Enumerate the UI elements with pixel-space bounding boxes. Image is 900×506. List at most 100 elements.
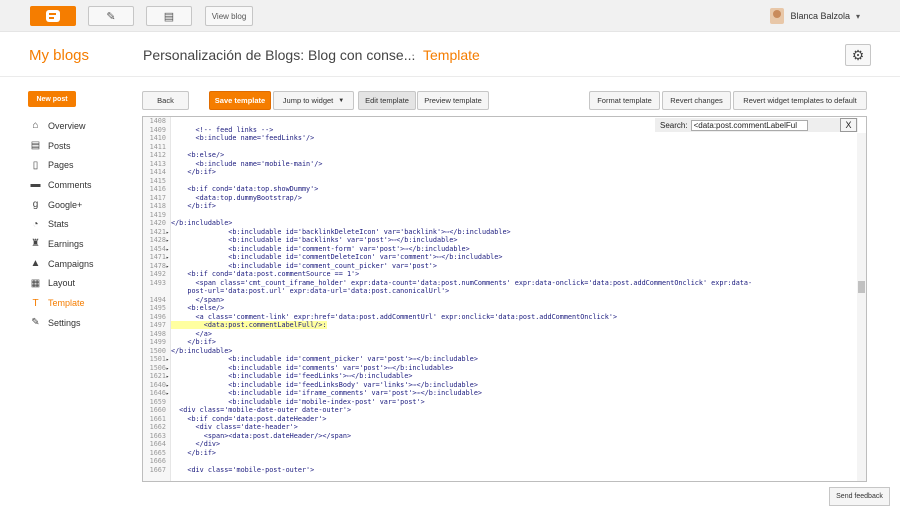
code-text: <b:includable id='feedLinks'>⋯</b:includ… <box>171 372 413 380</box>
code-line[interactable]: 1621▸ <b:includable id='feedLinks'>⋯</b:… <box>143 372 752 381</box>
code-line[interactable]: 1418 </b:if> <box>143 202 752 211</box>
send-feedback-button[interactable]: Send feedback <box>829 487 890 506</box>
view-blog-button[interactable]: View blog <box>205 6 253 26</box>
code-line[interactable]: 1659 <b:includable id='mobile-index-post… <box>143 398 752 407</box>
code-line[interactable]: 1454▸ <b:includable id='comment-form' va… <box>143 245 752 254</box>
search-input[interactable]: <data:post.commentLabelFul <box>690 119 808 131</box>
reading-list-button[interactable]: ▤ <box>146 6 192 26</box>
code-line[interactable]: 1666 <box>143 457 752 466</box>
line-number: 1499 <box>149 338 166 346</box>
sidebar-item-earnings[interactable]: ♜ Earnings <box>29 234 94 254</box>
code-line[interactable]: 1413 <b:include name='mobile-main'/> <box>143 160 752 169</box>
code-line[interactable]: 1420 </b:includable> <box>143 219 752 228</box>
code-line[interactable]: 1663 <span><data:post.dateHeader/></span… <box>143 432 752 441</box>
code-line[interactable]: 1499 </b:if> <box>143 338 752 347</box>
jump-to-widget-dropdown[interactable]: Jump to widget ▼ <box>273 91 354 110</box>
sidebar-item-google-[interactable]: g Google+ <box>29 195 94 215</box>
line-number: 1667 <box>149 465 166 474</box>
code-line[interactable]: 1500 </b:includable> <box>143 347 752 356</box>
code-line[interactable]: 1667 <div class='mobile-post-outer'> <box>143 466 752 475</box>
line-number: 1500 <box>149 346 166 355</box>
code-line[interactable]: 1501▸ <b:includable id='comment_picker' … <box>143 355 752 364</box>
close-search-button[interactable]: X <box>840 118 857 132</box>
gear-icon: ⚙ <box>851 46 865 63</box>
user-menu[interactable]: Blanca Balzola ▾ <box>770 8 860 24</box>
code-line[interactable]: 1662 <div class='date-header'> <box>143 423 752 432</box>
template-icon: T <box>32 297 39 309</box>
code-text: </b:if> <box>171 448 217 457</box>
sidebar-item-posts[interactable]: ▤ Posts <box>29 136 94 156</box>
pages-icon: ▯ <box>32 159 39 171</box>
code-editor[interactable]: 1408 1409 <!-- feed links --> 1410 <b:incl… <box>142 116 867 482</box>
preview-template-button[interactable]: Preview template <box>417 91 489 110</box>
code-line[interactable]: 1640▸ <b:includable id='feedLinksBody' v… <box>143 381 752 390</box>
code-line[interactable]: 1417 <data:top.dummyBootstrap/> <box>143 194 752 203</box>
code-line[interactable]: 1498 </a> <box>143 330 752 339</box>
line-number: 1498 <box>149 329 166 338</box>
scrollbar-thumb[interactable] <box>858 281 865 293</box>
line-number: 1454 <box>149 244 166 253</box>
sidebar-item-pages[interactable]: ▯ Pages <box>29 155 94 175</box>
sidebar-item-label: Google+ <box>48 199 83 210</box>
code-line[interactable]: 1416 <b:if cond='data:top.showDummy'> <box>143 185 752 194</box>
code-line[interactable]: 1471▸ <b:includable id='commentDeleteIco… <box>143 253 752 262</box>
sidebar-item-template[interactable]: T Template <box>29 293 94 313</box>
sidebar-item-settings[interactable]: ✎ Settings <box>29 313 94 333</box>
revert-changes-button[interactable]: Revert changes <box>662 91 731 110</box>
reading-list-icon: ▤ <box>163 10 175 23</box>
code-line[interactable]: 1411 <box>143 143 752 152</box>
line-number: 1418 <box>149 202 166 210</box>
layout-icon: ▦ <box>30 277 41 289</box>
code-line[interactable]: 1506▸ <b:includable id='comments' var='p… <box>143 364 752 373</box>
code-line[interactable]: 1496 <a class='comment-link' expr:href='… <box>143 313 752 322</box>
vertical-scrollbar[interactable] <box>857 133 866 481</box>
code-text: </b:if> <box>171 338 217 346</box>
sidebar-item-stats[interactable]: ◔ Stats <box>29 214 94 234</box>
code-text: </b:if> <box>171 168 217 176</box>
revert-widget-templates-button[interactable]: Revert widget templates to default <box>733 91 867 110</box>
code-line[interactable]: 1497 <data:post.commentLabelFull/>: <box>143 321 752 330</box>
code-line[interactable]: 1492 <b:if cond='data:post.commentSource… <box>143 270 752 279</box>
blogger-logo-icon[interactable] <box>30 6 76 26</box>
code-line[interactable]: 1421▸ <b:includable id='backlinkDeleteIc… <box>143 228 752 237</box>
page-header: My blogs Personalización de Blogs: Blog … <box>0 33 900 77</box>
edit-template-button[interactable]: Edit template <box>358 91 416 110</box>
code-line[interactable]: 1414 </b:if> <box>143 168 752 177</box>
code-line[interactable]: 1495 <b:else/> <box>143 304 752 313</box>
line-number: 1492 <box>149 270 166 278</box>
code-line[interactable]: 1415 <box>143 177 752 186</box>
code-line[interactable]: 1478▸ <b:includable id='comment_count_pi… <box>143 262 752 271</box>
code-line[interactable]: post-url='data:post.url' expr:data-url='… <box>143 287 752 296</box>
line-number: 1496 <box>149 312 166 321</box>
code-line[interactable]: 1412 <b:else/> <box>143 151 752 160</box>
code-line[interactable]: 1493 <span class='cmt_count_iframe_holde… <box>143 279 752 288</box>
blog-title[interactable]: Personalización de Blogs: Blog con conse… <box>143 47 415 63</box>
code-line[interactable]: 1494 </span> <box>143 296 752 305</box>
code-line[interactable]: 1665 </b:if> <box>143 449 752 458</box>
line-number: 1501 <box>149 355 166 363</box>
settings-gear-button[interactable]: ⚙ <box>845 44 871 66</box>
back-button[interactable]: Back <box>142 91 189 110</box>
code-line[interactable]: 1661 <b:if cond='data:post.dateHeader'> <box>143 415 752 424</box>
sidebar-item-overview[interactable]: ⌂ Overview <box>29 116 94 136</box>
edit-pencil-button[interactable]: ✎ <box>88 6 134 26</box>
code-content[interactable]: 1408 1409 <!-- feed links --> 1410 <b:incl… <box>143 117 752 474</box>
code-text: <b:includable id='comment_picker' var='p… <box>171 355 478 363</box>
sidebar-item-layout[interactable]: ▦ Layout <box>29 274 94 294</box>
code-line[interactable]: 1419 <box>143 211 752 220</box>
format-template-button[interactable]: Format template <box>589 91 660 110</box>
code-text: <b:if cond='data:post.commentSource == 1… <box>171 270 360 278</box>
my-blogs-link[interactable]: My blogs <box>29 47 89 64</box>
code-line[interactable]: 1410 <b:include name='feedLinks'/> <box>143 134 752 143</box>
sidebar-item-comments[interactable]: ▬ Comments <box>29 175 94 195</box>
sidebar-item-campaigns[interactable]: ▲ Campaigns <box>29 254 94 274</box>
search-bar: Search: <data:post.commentLabelFul <box>655 118 858 132</box>
save-template-button[interactable]: Save template <box>209 91 271 110</box>
code-line[interactable]: 1646▸ <b:includable id='iframe_comments'… <box>143 389 752 398</box>
code-line[interactable]: 1428▸ <b:includable id='backlinks' var='… <box>143 236 752 245</box>
code-line[interactable]: 1660 <div class='mobile-date-outer date-… <box>143 406 752 415</box>
line-number: 1419 <box>149 210 166 219</box>
new-post-button[interactable]: New post <box>28 91 76 107</box>
code-line[interactable]: 1664 </div> <box>143 440 752 449</box>
code-text: <div class='date-header'> <box>171 423 298 431</box>
